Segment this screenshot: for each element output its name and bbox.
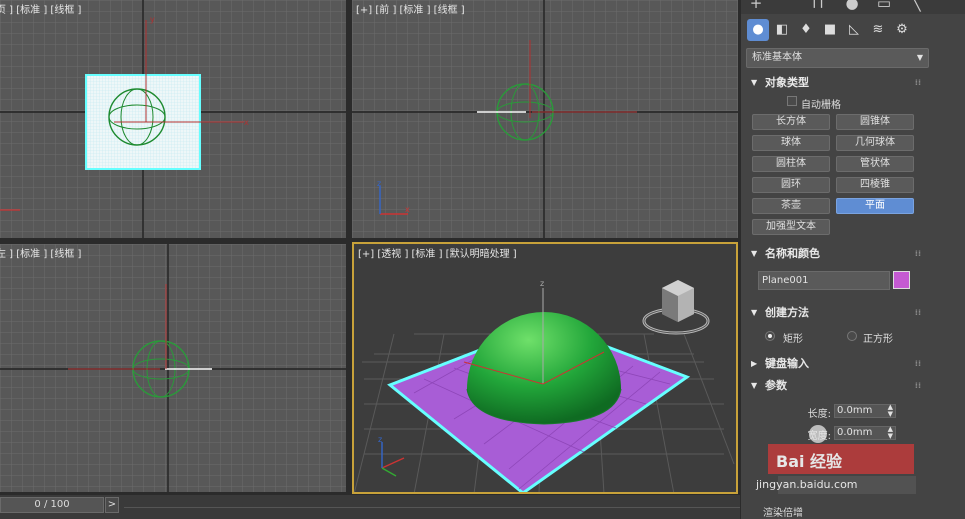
autogrid-checkbox[interactable]	[787, 96, 797, 106]
rectangle-radio[interactable]	[765, 331, 775, 341]
square-radio[interactable]	[847, 331, 857, 341]
grip-icon: ⁞⁞	[914, 249, 921, 258]
svg-text:z: z	[377, 179, 381, 188]
tube-button[interactable]: 管状体	[836, 156, 914, 172]
torus-button[interactable]: 圆环	[752, 177, 830, 193]
rollout-title: 键盘输入	[765, 357, 809, 370]
cameras-icon[interactable]: ■	[819, 19, 841, 41]
viewport-top[interactable]: y x 页 ] [标准 ] [线框 ]	[0, 0, 346, 238]
length-value: 0.0mm	[837, 405, 873, 416]
collapse-icon: ▼	[751, 249, 758, 258]
rollout-title: 参数	[765, 379, 787, 392]
panel-tabs: + ⌒ ⊓ ● ▭ ╲	[741, 0, 965, 14]
systems-icon[interactable]: ⚙	[891, 19, 913, 41]
geosphere-button[interactable]: 几何球体	[836, 135, 914, 151]
chevron-down-icon: ▼	[916, 53, 923, 62]
viewport-label[interactable]: 左 ] [标准 ] [线框 ]	[0, 245, 81, 260]
track-bar[interactable]	[124, 507, 740, 508]
motion-tab-icon[interactable]: ●	[841, 0, 863, 12]
cone-button[interactable]: 圆锥体	[836, 114, 914, 130]
next-frame-button[interactable]: >	[105, 497, 119, 513]
object-name-input[interactable]: Plane001	[758, 271, 890, 290]
rollout-title: 创建方法	[765, 306, 809, 319]
collapse-icon: ▼	[751, 78, 758, 87]
watermark-url: jingyan.baidu.com	[756, 478, 858, 491]
grip-icon: ⁞⁞	[914, 308, 921, 317]
spinner-icon[interactable]: ▲ ▼	[888, 404, 893, 418]
watermark-brand: Bai 经验	[776, 452, 843, 471]
viewport-label[interactable]: [+] [透视 ] [标准 ] [默认明暗处理 ]	[358, 245, 517, 260]
rollout-title: 名称和颜色	[765, 247, 820, 260]
textplus-button[interactable]: 加强型文本	[752, 219, 830, 235]
box-button[interactable]: 长方体	[752, 114, 830, 130]
collapse-icon: ▼	[751, 381, 758, 390]
spacewarps-icon[interactable]: ≋	[867, 19, 889, 41]
primitive-type-dropdown[interactable]: 标准基本体 ▼	[746, 48, 929, 68]
rectangle-label: 矩形	[783, 334, 803, 345]
grip-icon: ⁞⁞	[914, 78, 921, 87]
helpers-icon[interactable]: ◺	[843, 19, 865, 41]
viewport-label[interactable]: [+] [前 ] [标准 ] [线框 ]	[356, 1, 465, 16]
grip-icon: ⁞⁞	[914, 381, 921, 390]
expand-icon: ▶	[751, 359, 758, 368]
svg-text:x: x	[244, 118, 249, 127]
viewport-left[interactable]: 左 ] [标准 ] [线框 ]	[0, 244, 346, 492]
viewport-label[interactable]: 页 ] [标准 ] [线框 ]	[0, 1, 81, 16]
square-label: 正方形	[863, 334, 893, 345]
svg-text:x: x	[405, 205, 410, 214]
object-color-swatch[interactable]	[893, 271, 910, 289]
name-color-rollout[interactable]: ▼ 名称和颜色 ⁞⁞	[747, 244, 921, 264]
render-multiplier-label: 渲染倍增	[763, 508, 803, 519]
autogrid-label: 自动栅格	[801, 100, 841, 111]
svg-text:y: y	[150, 15, 155, 24]
category-bar: ● ◧ ♦ ■ ◺ ≋ ⚙	[741, 16, 965, 44]
modify-tab-icon[interactable]: ⌒	[775, 0, 797, 12]
dropdown-value: 标准基本体	[752, 52, 802, 63]
cylinder-button[interactable]: 圆柱体	[752, 156, 830, 172]
length-field[interactable]: 0.0mm ▲ ▼	[834, 404, 896, 418]
viewport-perspective[interactable]: z z [+] [透视 ] [标准 ] [默认明暗处理 ]	[352, 242, 738, 494]
collapse-icon: ▼	[751, 308, 758, 317]
create-tab-icon[interactable]: +	[745, 0, 767, 12]
keyboard-entry-rollout[interactable]: ▶ 键盘输入 ⁞⁞	[747, 354, 921, 374]
plane-button[interactable]: 平面	[836, 198, 914, 214]
grip-icon: ⁞⁞	[914, 359, 921, 368]
teapot-button[interactable]: 茶壶	[752, 198, 830, 214]
shapes-icon[interactable]: ◧	[771, 19, 793, 41]
display-tab-icon[interactable]: ▭	[873, 0, 895, 12]
hierarchy-tab-icon[interactable]: ⊓	[807, 0, 829, 12]
object-type-rollout[interactable]: ▼ 对象类型 ⁞⁞	[747, 73, 921, 93]
time-slider[interactable]: 0 / 100	[0, 497, 104, 513]
svg-text:z: z	[378, 435, 382, 444]
rollout-title: 对象类型	[765, 76, 809, 89]
creation-method-rollout[interactable]: ▼ 创建方法 ⁞⁞	[747, 303, 921, 323]
time-bar: 0 / 100 >	[0, 495, 740, 519]
parameters-rollout[interactable]: ▼ 参数 ⁞⁞	[747, 376, 921, 396]
utilities-tab-icon[interactable]: ╲	[905, 0, 927, 12]
lights-icon[interactable]: ♦	[795, 19, 817, 41]
pyramid-button[interactable]: 四棱锥	[836, 177, 914, 193]
baidu-watermark: Bai 经验 jingyan.baidu.com	[756, 418, 920, 498]
sphere-button[interactable]: 球体	[752, 135, 830, 151]
viewport-front[interactable]: z x [+] [前 ] [标准 ] [线框 ]	[352, 0, 738, 238]
geometry-icon[interactable]: ●	[747, 19, 769, 41]
svg-text:z: z	[540, 279, 544, 288]
